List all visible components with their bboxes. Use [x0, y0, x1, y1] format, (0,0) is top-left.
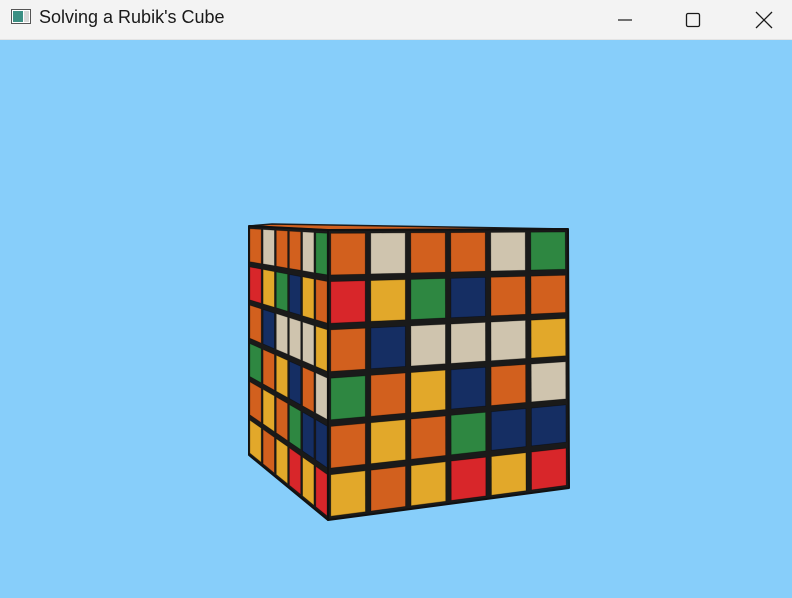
left-face-sticker: [262, 269, 275, 308]
front-face-sticker: [450, 456, 487, 501]
left-face-sticker: [315, 278, 328, 324]
left-face-sticker: [262, 388, 275, 433]
close-button[interactable]: [729, 0, 792, 39]
left-face-sticker: [288, 404, 302, 451]
left-face-sticker: [302, 321, 315, 367]
app-icon: [11, 9, 31, 24]
front-face-sticker: [330, 375, 366, 421]
front-face-sticker: [490, 408, 527, 451]
front-face-sticker: [330, 280, 366, 324]
front-face-sticker: [370, 419, 406, 465]
maximize-icon: [685, 12, 701, 27]
front-face-sticker: [370, 325, 406, 370]
front-face-sticker: [490, 319, 526, 362]
front-face-sticker: [450, 366, 487, 410]
left-face-sticker: [262, 309, 275, 350]
left-face-sticker: [315, 372, 328, 420]
left-face-sticker: [275, 229, 289, 269]
close-icon: [755, 11, 773, 28]
left-face-sticker: [288, 274, 302, 316]
front-face-sticker: [410, 461, 447, 507]
front-face-sticker: [450, 411, 487, 456]
left-face-sticker: [315, 419, 328, 469]
left-face-sticker: [249, 304, 262, 344]
left-face-sticker: [275, 271, 289, 312]
front-face-sticker: [410, 232, 446, 274]
left-face-sticker: [288, 360, 302, 406]
front-face-sticker: [410, 323, 446, 367]
left-face-sticker: [302, 276, 315, 320]
left-face-sticker: [302, 411, 315, 460]
left-face-sticker: [275, 313, 289, 355]
front-face-sticker: [530, 318, 567, 359]
left-face-sticker: [249, 266, 262, 304]
minimize-icon: [618, 18, 632, 21]
left-face-sticker: [275, 396, 289, 442]
front-face-sticker: [531, 447, 567, 491]
rubiks-cube[interactable]: [0, 40, 792, 598]
front-face-sticker: [370, 232, 406, 275]
front-face-sticker: [490, 275, 526, 317]
left-face-sticker: [302, 366, 315, 413]
left-face-sticker: [249, 228, 262, 265]
title-bar[interactable]: Solving a Rubik's Cube: [0, 0, 792, 40]
front-face-sticker: [450, 232, 486, 273]
render-viewport[interactable]: [0, 40, 792, 598]
front-face-sticker: [410, 369, 446, 414]
front-face-sticker: [410, 278, 446, 320]
front-face-sticker: [330, 470, 366, 517]
front-face-sticker: [370, 279, 406, 322]
front-face-sticker: [330, 327, 366, 372]
front-face-sticker: [490, 364, 527, 406]
minimize-button[interactable]: [590, 0, 660, 39]
front-face-sticker: [531, 404, 567, 447]
front-face-sticker: [490, 231, 526, 272]
front-face-sticker: [450, 321, 486, 364]
left-face-sticker: [315, 232, 328, 276]
left-face-sticker: [262, 229, 275, 267]
front-face-sticker: [490, 452, 527, 496]
app-window: Solving a Rubik's Cube: [0, 0, 792, 598]
front-face-sticker: [330, 422, 366, 469]
left-face-sticker: [262, 349, 275, 391]
left-face-sticker: [315, 325, 328, 372]
left-face-sticker: [249, 343, 262, 384]
window-title: Solving a Rubik's Cube: [39, 7, 225, 27]
left-face-sticker: [275, 354, 289, 398]
front-face-sticker: [410, 415, 447, 460]
left-face-sticker: [288, 230, 302, 271]
front-face-sticker: [450, 276, 486, 319]
front-face-sticker: [370, 465, 406, 512]
front-face-sticker: [530, 361, 567, 403]
left-face-sticker: [302, 231, 315, 274]
left-face-sticker: [288, 317, 302, 361]
left-face-sticker: [315, 465, 328, 517]
front-face-sticker: [530, 231, 566, 271]
front-face-sticker: [330, 232, 366, 276]
maximize-button[interactable]: [658, 0, 728, 39]
front-face-sticker: [370, 372, 406, 417]
front-face-sticker: [530, 274, 566, 315]
